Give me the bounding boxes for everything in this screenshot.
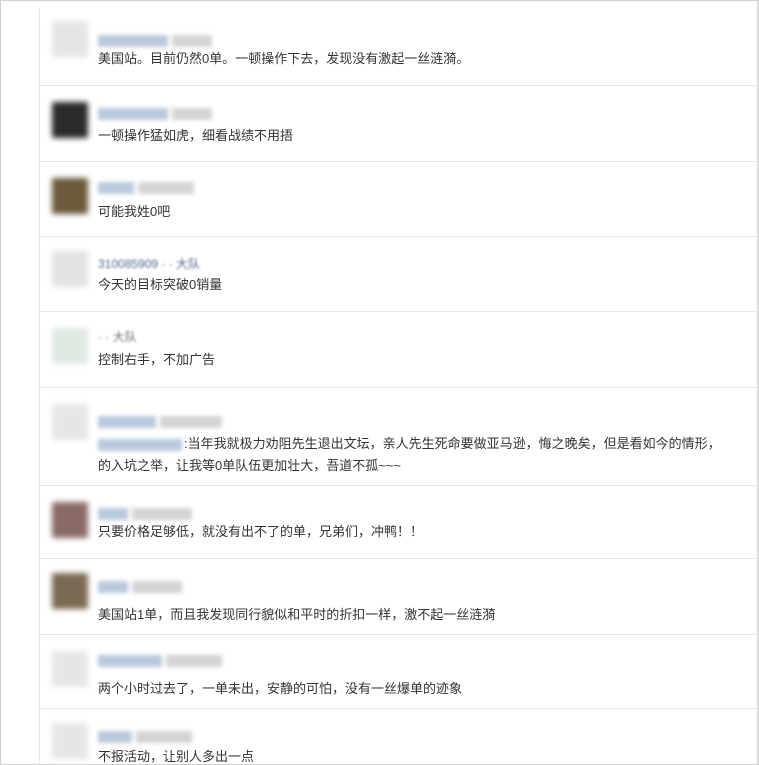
comment-text: 一顿操作猛如虎，细看战绩不用捂	[98, 128, 294, 143]
comment-text: 美国站。目前仍然0单。一顿操作下去，发现没有激起一丝涟漪。	[98, 51, 470, 66]
commenter-name[interactable]: 310085909 · · 大队	[98, 257, 222, 271]
comment-item: 只要价格足够低，就没有出不了的单，兄弟们，冲鸭！！	[40, 485, 758, 559]
comment-item: 310085909 · · 大队 今天的目标突破0销量	[40, 236, 758, 312]
scrollbar-track[interactable]	[756, 1, 758, 764]
avatar[interactable]	[52, 723, 88, 759]
commenter-name[interactable]	[98, 33, 222, 47]
comment-item: 美国站1单，而且我发现同行貌似和平时的折扣一样，激不起一丝涟漪	[40, 558, 758, 635]
comment-text: 只要价格足够低，就没有出不了的单，兄弟们，冲鸭！！	[98, 524, 424, 539]
comment-text: 今天的目标突破0销量	[98, 277, 223, 292]
avatar[interactable]	[52, 102, 88, 138]
comment-text: 可能我姓0吧	[98, 204, 171, 219]
comment-item: 美国站。目前仍然0单。一顿操作下去，发现没有激起一丝涟漪。	[40, 9, 758, 85]
commenter-name[interactable]: · · 大队	[98, 330, 222, 344]
commenter-name[interactable]	[98, 579, 222, 593]
commenter-name[interactable]	[98, 653, 222, 667]
comment-item: 可能我姓0吧	[40, 161, 758, 237]
comment-text: 两个小时过去了，一单未出，安静的可怕，没有一丝爆单的迹象	[98, 681, 463, 696]
avatar[interactable]	[52, 573, 88, 609]
mention-link[interactable]	[98, 438, 182, 451]
commenter-name[interactable]	[98, 506, 222, 520]
avatar[interactable]	[52, 651, 88, 687]
avatar[interactable]	[52, 21, 88, 57]
comment-item: 不报活动，让别人多出一点	[40, 708, 758, 764]
comment-item: · · 大队 控制右手，不加广告	[40, 311, 758, 388]
avatar[interactable]	[52, 328, 88, 364]
commenter-name[interactable]	[98, 414, 222, 428]
avatar[interactable]	[52, 404, 88, 440]
avatar[interactable]	[52, 178, 88, 214]
commenter-name[interactable]	[98, 729, 222, 743]
comment-text: 不报活动，让别人多出一点	[98, 749, 255, 764]
avatar[interactable]	[52, 502, 88, 538]
comment-item: 两个小时过去了，一单未出，安静的可怕，没有一丝爆单的迹象	[40, 634, 758, 709]
comment-text-line1: :当年我就极力劝阻先生退出文坛，亲人先生死命要做亚马逊，悔之晚矣，但是看如今的情…	[184, 436, 721, 451]
comment-text-line2: 的入坑之举，让我等0单队伍更加壮大，吾道不孤~~~	[98, 458, 402, 473]
avatar[interactable]	[52, 251, 88, 287]
comment-text: 美国站1单，而且我发现同行貌似和平时的折扣一样，激不起一丝涟漪	[98, 607, 496, 622]
comment-text: 控制右手，不加广告	[98, 352, 216, 367]
comment-text: :当年我就极力劝阻先生退出文坛，亲人先生死命要做亚马逊，悔之晚矣，但是看如今的情…	[98, 434, 753, 454]
comment-list: 美国站。目前仍然0单。一顿操作下去，发现没有激起一丝涟漪。 一顿操作猛如虎，细看…	[39, 9, 758, 764]
commenter-name[interactable]	[98, 106, 222, 120]
commenter-name[interactable]	[98, 180, 222, 194]
comment-item: 一顿操作猛如虎，细看战绩不用捂	[40, 85, 758, 162]
comment-item: :当年我就极力劝阻先生退出文坛，亲人先生死命要做亚马逊，悔之晚矣，但是看如今的情…	[40, 387, 758, 486]
comment-panel: 美国站。目前仍然0单。一顿操作下去，发现没有激起一丝涟漪。 一顿操作猛如虎，细看…	[0, 0, 759, 765]
